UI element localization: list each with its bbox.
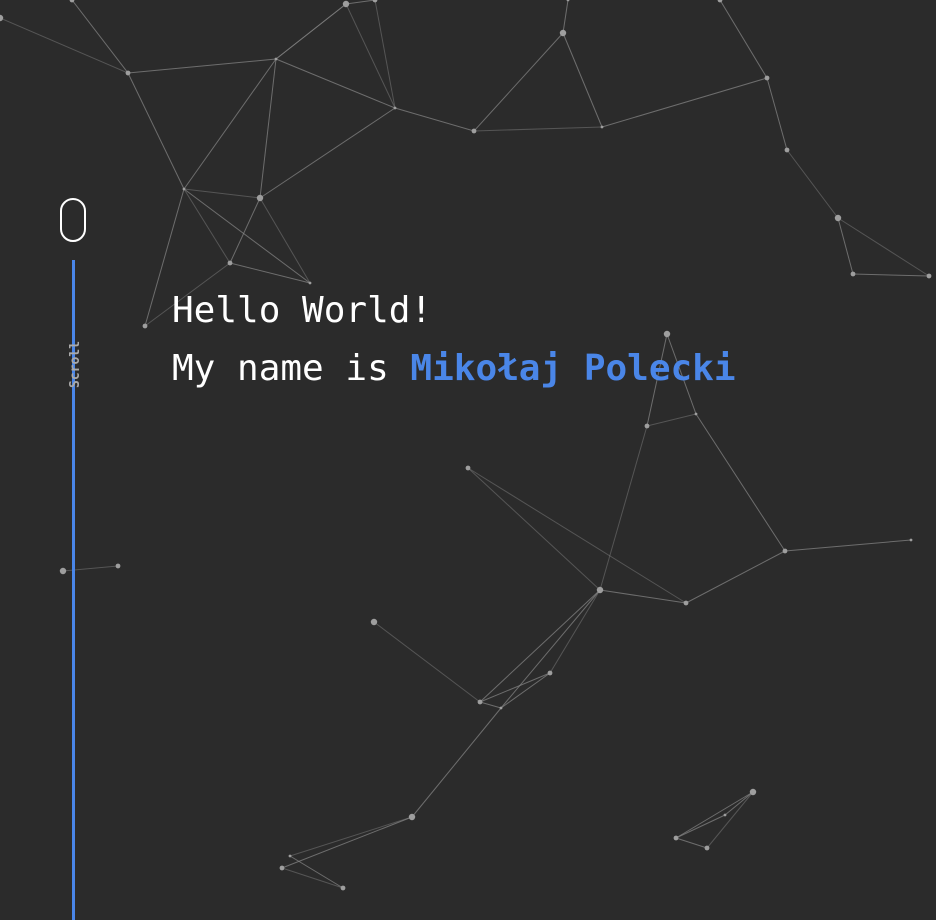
network-node <box>115 563 121 569</box>
network-node <box>694 412 698 416</box>
network-node <box>559 29 567 37</box>
network-edge <box>374 0 396 109</box>
network-node <box>784 147 790 153</box>
hero-section: Scroll Hello World! My name is Mikołaj P… <box>0 0 936 920</box>
network-edge <box>479 589 601 703</box>
hero-intro: My name is Mikołaj Polecki <box>172 340 736 398</box>
network-edge <box>229 262 311 284</box>
network-edge <box>852 273 930 277</box>
network-edge <box>411 707 502 818</box>
network-node <box>596 586 604 594</box>
network-edge <box>259 197 311 284</box>
network-edge <box>289 855 344 889</box>
network-node <box>683 600 689 606</box>
network-edge <box>373 621 481 703</box>
network-node <box>182 187 186 191</box>
network-node <box>279 865 285 871</box>
hero-name: Mikołaj Polecki <box>410 348 736 389</box>
network-node <box>142 323 148 329</box>
network-edge <box>394 107 475 132</box>
network-node <box>256 194 264 202</box>
network-edge <box>183 188 311 284</box>
network-edge <box>766 77 788 151</box>
network-node <box>644 423 650 429</box>
network-edge <box>467 467 601 591</box>
network-edge <box>784 539 912 552</box>
hero-text: Hello World! My name is Mikołaj Polecki <box>172 282 736 398</box>
network-node <box>227 260 233 266</box>
hero-intro-prefix: My name is <box>172 348 411 389</box>
network-node <box>600 125 604 129</box>
network-edge <box>345 0 376 5</box>
network-edge <box>500 589 601 709</box>
network-node <box>288 854 292 858</box>
network-edge <box>289 816 413 857</box>
network-edge <box>562 32 603 128</box>
hero-greeting: Hello World! <box>172 290 433 331</box>
network-node <box>673 835 679 841</box>
network-node <box>274 57 278 61</box>
network-node <box>566 0 570 2</box>
network-edge <box>719 0 768 79</box>
network-edge <box>467 467 687 604</box>
network-edge <box>183 188 231 264</box>
network-node <box>370 618 378 626</box>
network-node <box>471 128 477 134</box>
network-node <box>477 699 483 705</box>
network-node <box>547 670 553 676</box>
network-node <box>909 538 913 542</box>
network-node <box>393 106 397 110</box>
network-node <box>850 271 856 277</box>
network-edge <box>646 413 697 427</box>
network-node <box>723 813 727 817</box>
network-node <box>926 273 932 279</box>
network-node <box>125 70 131 76</box>
network-node <box>372 0 378 3</box>
network-edge <box>275 3 347 60</box>
network-node <box>59 567 67 575</box>
network-edge <box>599 425 648 591</box>
network-node <box>340 885 346 891</box>
network-node <box>782 548 788 554</box>
network-edge <box>675 837 708 849</box>
network-edge <box>0 17 129 74</box>
network-edge <box>281 816 413 869</box>
network-edge <box>479 701 502 709</box>
network-node <box>342 0 350 8</box>
scroll-label: Scroll <box>68 341 83 388</box>
network-node <box>499 706 503 710</box>
network-edge <box>724 791 754 816</box>
network-edge <box>281 867 344 889</box>
network-node <box>408 813 416 821</box>
network-edge <box>786 149 839 219</box>
network-edge <box>675 791 754 839</box>
network-edge <box>473 126 603 132</box>
network-edge <box>599 589 687 604</box>
network-edge <box>601 77 768 128</box>
network-edge <box>183 188 261 199</box>
network-edge <box>71 0 129 74</box>
network-edge <box>229 197 261 264</box>
network-edge <box>562 0 569 34</box>
network-edge <box>183 58 277 190</box>
mouse-scroll-icon[interactable] <box>60 198 86 242</box>
network-edge <box>127 72 185 190</box>
network-node <box>465 465 471 471</box>
network-edge <box>549 589 601 674</box>
network-node <box>704 845 710 851</box>
network-node <box>749 788 757 796</box>
network-edge <box>695 413 786 552</box>
network-edge <box>259 58 277 199</box>
network-node <box>834 214 842 222</box>
particle-network-background <box>0 0 932 891</box>
network-edge <box>127 58 277 74</box>
network-node <box>764 75 770 81</box>
network-edge <box>275 58 396 109</box>
network-node <box>0 14 4 22</box>
network-edge <box>473 32 564 132</box>
network-edge <box>259 107 396 199</box>
network-edge <box>345 3 396 109</box>
network-edge <box>685 550 786 604</box>
